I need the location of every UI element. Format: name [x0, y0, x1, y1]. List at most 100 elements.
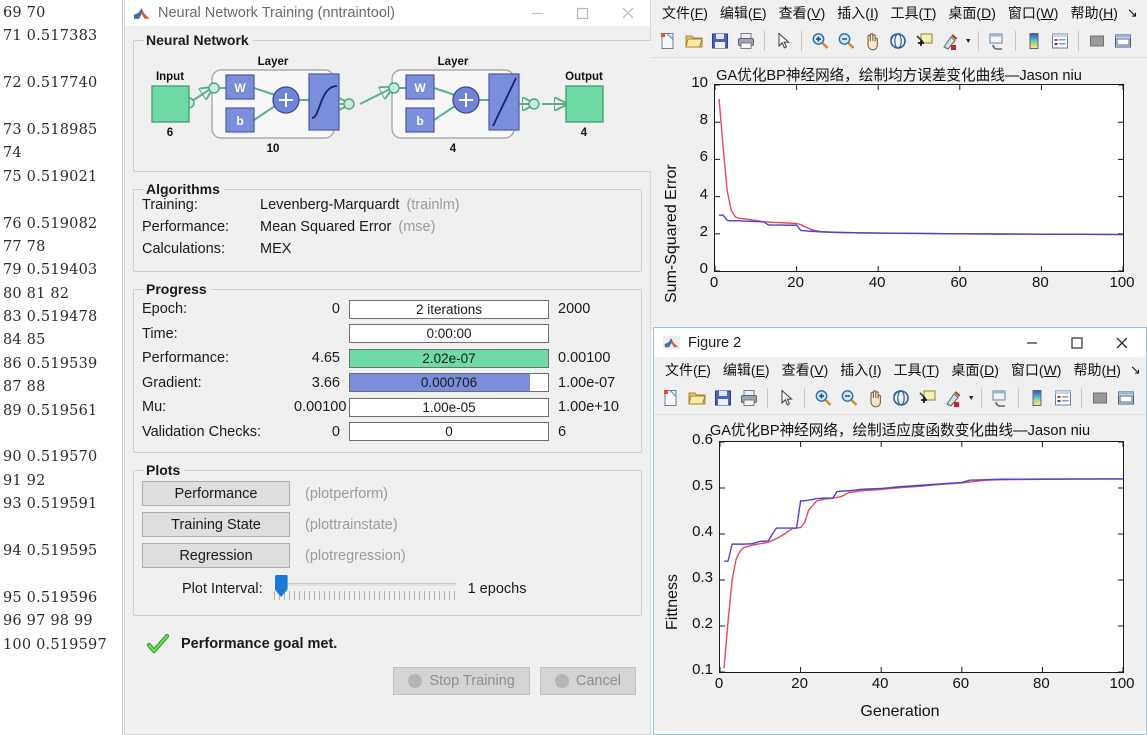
menu-overflow-icon[interactable]: ↘ [1130, 362, 1141, 378]
plot-interval-label: Plot Interval: [182, 581, 263, 597]
toolbar-button-data-cursor[interactable] [914, 385, 940, 411]
progress-group: Progress Epoch: 0 2 iterations 2000 Time: 0:0… [133, 281, 642, 453]
toolbar-button-colorbar[interactable] [1021, 28, 1047, 54]
stop-training-button[interactable]: Stop Training [393, 667, 530, 695]
toolbar-button-rotate-3d[interactable] [888, 385, 914, 411]
progress-bar: 2 iterations [349, 299, 549, 319]
x-tick-label: 20 [787, 274, 804, 291]
menu-item-v[interactable]: 查看(V) [777, 359, 834, 381]
x-tick-label: 40 [871, 675, 889, 692]
menu-item-e[interactable]: 编辑(E) [715, 2, 772, 24]
neural-network-diagram: W b W b Input 6 Layer 10 Layer 4 Output … [142, 48, 647, 163]
toolbar-button-brush-dropdown[interactable] [966, 385, 976, 411]
cancel-button[interactable]: Cancel [539, 667, 636, 695]
toolbar-separator [764, 31, 765, 51]
toolbar-button-rotate-3d[interactable] [885, 28, 911, 54]
toolbar-button-data-cursor[interactable] [911, 28, 937, 54]
menu-item-t[interactable]: 工具(T) [889, 359, 945, 381]
toolbar-button-colorbar[interactable] [1024, 385, 1050, 411]
zoom-out-icon [841, 390, 858, 406]
menu-item-f[interactable]: 文件(F) [657, 2, 713, 24]
toolbar-button-print-figure[interactable] [736, 385, 762, 411]
plot-interval-slider[interactable] [271, 574, 456, 604]
plot-button-performance[interactable]: Performance [142, 481, 290, 506]
toolbar-button-pan[interactable] [862, 385, 888, 411]
toolbar-button-zoom-in[interactable] [807, 28, 833, 54]
toolbar-separator [801, 31, 802, 51]
brush-dropdown-icon [965, 39, 970, 43]
plot-function-name: (plotregression) [305, 547, 406, 564]
command-output-list[interactable]: 69 70 71 0.517383 72 0.517740 73 0.518985 74… [0, 0, 123, 735]
toolbar-button-show-plot-tools[interactable] [1113, 385, 1139, 411]
menu-item-h[interactable]: 帮助(H) [1068, 359, 1125, 381]
figure2-titlebar[interactable]: Figure 2 [654, 328, 1146, 357]
toolbar-button-pointer[interactable] [770, 28, 796, 54]
matlab-logo-icon [663, 335, 680, 350]
menu-item-e[interactable]: 编辑(E) [718, 359, 775, 381]
minimize-icon [532, 12, 543, 14]
menu-item-i[interactable]: 插入(I) [832, 2, 883, 24]
figure1-plot-area[interactable]: GA优化BP神经网络，绘制均方误差变化曲线—Jason niu Sum-Squa… [651, 58, 1147, 330]
menu-item-d[interactable]: 桌面(D) [946, 359, 1003, 381]
layer1-label: Layer [258, 56, 289, 68]
green-check-icon [147, 634, 169, 654]
plot-button-training-state[interactable]: Training State [142, 512, 290, 537]
progress-row: Epoch: 0 2 iterations 2000 [142, 297, 633, 322]
layer2-label: Layer [438, 56, 469, 68]
algorithm-function: (trainlm) [406, 197, 460, 213]
figure2-plot-area[interactable]: GA优化BP神经网络，绘制适应度函数变化曲线—Jason niu Fittnes… [654, 415, 1146, 731]
toolbar-button-pointer[interactable] [773, 385, 799, 411]
toolbar-button-link-plot[interactable] [984, 28, 1010, 54]
toolbar-button-brush[interactable] [940, 385, 966, 411]
menu-item-f[interactable]: 文件(F) [660, 359, 716, 381]
toolbar-button-zoom-in[interactable] [810, 385, 836, 411]
close-icon [1116, 337, 1127, 348]
input-size: 6 [167, 127, 173, 139]
progress-label: Gradient: [142, 374, 202, 391]
close-button[interactable] [1099, 328, 1144, 357]
progress-value: 0.000706 [420, 375, 478, 391]
menu-item-i[interactable]: 插入(I) [835, 359, 886, 381]
menu-overflow-icon[interactable]: ↘ [1127, 5, 1138, 21]
toolbar-button-legend[interactable] [1047, 28, 1073, 54]
toolbar-button-hide-plot-tools[interactable] [1087, 385, 1113, 411]
toolbar-button-zoom-out[interactable] [833, 28, 859, 54]
toolbar-button-pan[interactable] [859, 28, 885, 54]
toolbar-button-link-plot[interactable] [987, 385, 1013, 411]
toolbar-button-legend[interactable] [1050, 385, 1076, 411]
close-button[interactable] [605, 0, 650, 26]
menu-item-v[interactable]: 查看(V) [774, 2, 831, 24]
menu-item-w[interactable]: 窗口(W) [1003, 2, 1064, 24]
command-output-row: 83 0.519478 [3, 309, 98, 326]
open-file-icon [685, 35, 703, 48]
maximize-button[interactable] [560, 0, 605, 26]
save-figure-icon [712, 33, 728, 49]
toolbar-button-zoom-out[interactable] [836, 385, 862, 411]
toolbar-button-show-plot-tools[interactable] [1110, 28, 1136, 54]
toolbar-button-hide-plot-tools[interactable] [1084, 28, 1110, 54]
minimize-button[interactable] [515, 0, 560, 26]
toolbar-button-brush-dropdown[interactable] [963, 28, 973, 54]
command-output-row: 76 0.519082 [3, 215, 98, 232]
toolbar-button-new-figure[interactable] [655, 28, 681, 54]
plot-button-regression[interactable]: Regression [142, 543, 290, 568]
minimize-button[interactable] [1009, 328, 1054, 357]
toolbar-button-print-figure[interactable] [733, 28, 759, 54]
toolbar-button-save-figure[interactable] [710, 385, 736, 411]
figure2-menubar: 文件(F) 编辑(E) 查看(V) 插入(I) 工具(T) 桌面(D) 窗口(W) 帮助(H)… [654, 357, 1146, 382]
toolbar-button-brush[interactable] [937, 28, 963, 54]
button-label: Cancel [575, 673, 621, 689]
menu-item-w[interactable]: 窗口(W) [1006, 359, 1067, 381]
maximize-button[interactable] [1054, 328, 1099, 357]
menu-item-t[interactable]: 工具(T) [886, 2, 942, 24]
toolbar-button-open-file[interactable] [681, 28, 707, 54]
show-plot-tools-icon [1115, 34, 1131, 48]
toolbar-button-new-figure[interactable] [658, 385, 684, 411]
progress-bar: 0 [349, 422, 549, 442]
nntraintool-titlebar[interactable]: Neural Network Training (nntraintool) [125, 0, 650, 26]
menu-item-d[interactable]: 桌面(D) [943, 2, 1000, 24]
toolbar-button-save-figure[interactable] [707, 28, 733, 54]
toolbar-button-open-file[interactable] [684, 385, 710, 411]
plots-legend: Plots [146, 462, 181, 478]
menu-item-h[interactable]: 帮助(H) [1065, 2, 1122, 24]
